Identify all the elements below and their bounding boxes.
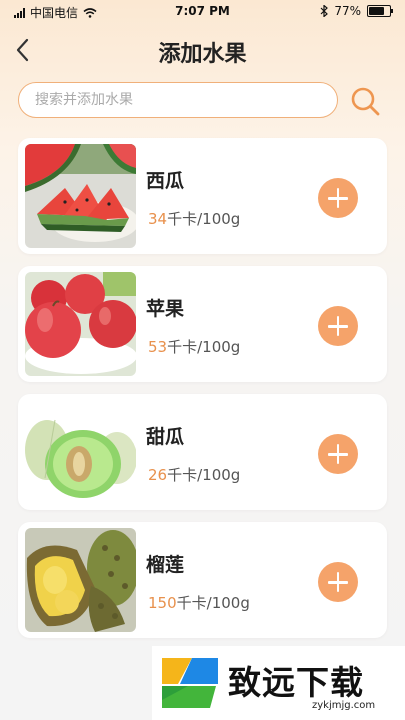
calorie-unit: 千卡/100g [176,594,250,612]
calorie-unit: 千卡/100g [167,338,241,356]
fruit-calories: 150千卡/100g [148,592,250,613]
battery-percent: 77% [334,4,361,18]
search-icon[interactable] [348,84,382,118]
watermark-url: zykjmjg.com [312,700,376,711]
battery-icon [367,5,393,17]
add-apple-button[interactable] [318,306,358,346]
add-watermelon-button[interactable] [318,178,358,218]
page-title: 添加水果 [158,42,247,67]
fruit-card-durian[interactable]: 榴莲 150千卡/100g [18,522,387,638]
fruit-name: 苹果 [146,298,185,320]
durian-image [25,528,136,632]
fruit-name: 甜瓜 [146,426,185,448]
fruit-card-melon[interactable]: 甜瓜 26千卡/100g [18,394,387,510]
fruit-card-watermelon[interactable]: 西瓜 34千卡/100g [18,138,387,254]
fruit-card-apple[interactable]: 苹果 53千卡/100g [18,266,387,382]
status-right: 77% [320,4,393,18]
watermark-logo-icon [162,658,218,708]
melon-image [25,400,136,504]
calorie-unit: 千卡/100g [167,210,241,228]
bluetooth-icon [320,5,329,17]
watermark-text: 致远下载 [228,663,364,702]
calorie-value: 26 [148,466,168,484]
header: 添加水果 [0,24,405,76]
watermark: 致远下载 zykjmjg.com [152,646,405,720]
fruit-name: 榴莲 [146,554,185,576]
fruit-name: 西瓜 [146,170,185,192]
calorie-unit: 千卡/100g [167,466,241,484]
fruit-calories: 53千卡/100g [148,336,240,357]
fruit-calories: 34千卡/100g [148,208,240,229]
battery-fill [369,7,385,15]
watermelon-image [25,144,136,248]
fruit-calories: 26千卡/100g [148,464,240,485]
search-input[interactable] [18,82,338,118]
search-bar [18,82,338,118]
calorie-value: 34 [148,210,168,228]
calorie-value: 53 [148,338,168,356]
add-melon-button[interactable] [318,434,358,474]
status-bar: 中国电信 7:07 PM 77% [0,0,405,24]
add-durian-button[interactable] [318,562,358,602]
calorie-value: 150 [148,594,177,612]
apple-image [25,272,136,376]
